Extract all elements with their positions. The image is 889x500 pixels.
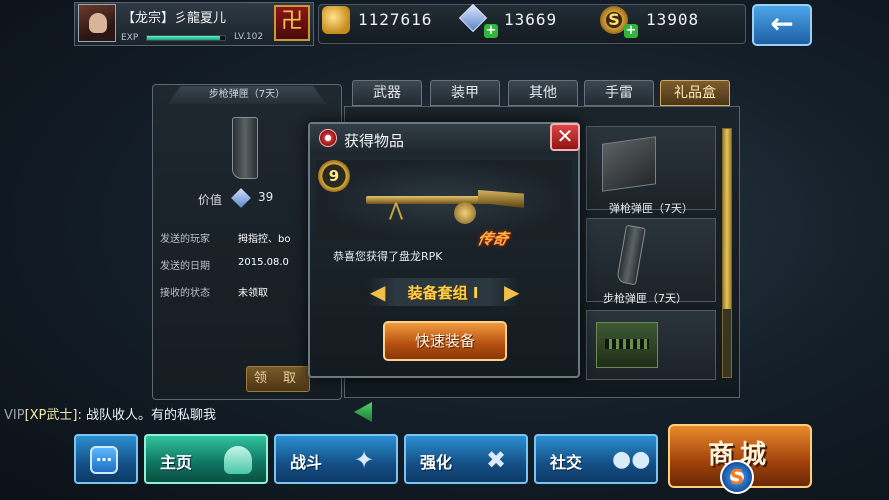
next-set-arrow-icon[interactable]: ▶ xyxy=(504,280,519,304)
quick-equip-button[interactable]: 快速装备 xyxy=(383,321,507,361)
rank-badge: 9 xyxy=(318,160,350,192)
gift-item-label: 弹枪弹匣（7天） xyxy=(609,202,693,215)
chat-message: 战队收人。有的私聊我 xyxy=(81,408,216,423)
add-diamonds-button[interactable]: + xyxy=(484,24,498,38)
detail-value: 未领取 xyxy=(238,288,268,299)
upgrade-button[interactable]: 强化 ✖ xyxy=(404,434,528,484)
detail-key: 发送的日期 xyxy=(160,261,210,272)
obtained-message: 恭喜您获得了盘龙RPK xyxy=(333,250,443,263)
chat-sender: [XP武士]: xyxy=(24,408,82,423)
wrench-icon: ✖ xyxy=(485,446,507,474)
back-arrow-icon: ← xyxy=(770,7,794,40)
exp-bar xyxy=(146,35,226,41)
top-bar: 【龙宗】彡龍夏儿 EXP LV.102 卍 1127616 + 13669 S … xyxy=(0,0,889,52)
target-icon xyxy=(319,129,337,147)
detail-value: 拇指控、bo xyxy=(238,234,291,245)
tab-other[interactable]: 其他 xyxy=(508,80,578,106)
player-avatar[interactable] xyxy=(78,4,116,42)
chat-button[interactable] xyxy=(74,434,138,484)
diamond-amount: 13669 xyxy=(504,10,558,29)
close-button[interactable]: ✕ xyxy=(550,123,580,151)
gold-bars-icon xyxy=(322,6,350,34)
chat-bubble-icon xyxy=(90,446,118,474)
clan-emblem-icon[interactable]: 卍 xyxy=(274,5,310,41)
player-name: 【龙宗】彡龍夏儿 xyxy=(122,11,227,26)
site-watermark: S xyxy=(720,460,886,496)
chat-expand-arrow-icon[interactable] xyxy=(354,402,372,422)
tab-armor[interactable]: 装甲 xyxy=(430,80,500,106)
coin-amount: 13908 xyxy=(646,10,700,29)
prev-set-arrow-icon[interactable]: ◀ xyxy=(370,280,385,304)
ammo-case-icon xyxy=(596,322,658,368)
detail-key: 接收的状态 xyxy=(160,288,210,299)
item-detail-title: 步枪弹匣（7天） xyxy=(168,86,326,104)
detail-row-date: 发送的日期 2015.08.0 xyxy=(160,257,289,272)
rifle-magazine-icon xyxy=(232,117,258,179)
people-icon: ●● xyxy=(612,447,651,472)
detail-value: 2015.08.0 xyxy=(238,257,289,268)
home-label: 主页 xyxy=(160,453,193,472)
claim-button[interactable]: 领 取 xyxy=(246,366,310,392)
helmet-icon xyxy=(224,446,252,474)
machine-gun-icon xyxy=(366,186,526,226)
back-button[interactable]: ← xyxy=(752,4,812,46)
detail-row-status: 接收的状态 未领取 xyxy=(160,284,268,299)
wings-icon: ✦ xyxy=(353,446,375,474)
player-level: LV.102 xyxy=(234,32,264,42)
gold-amount: 1127616 xyxy=(358,10,433,29)
gift-item-label: 步枪弹匣（7天） xyxy=(603,292,687,305)
ammo-box-icon xyxy=(602,136,656,192)
watermark-logo-icon: S xyxy=(720,460,754,494)
chat-line[interactable]: VIP[XP武士]: 战队收人。有的私聊我 xyxy=(4,404,216,423)
battle-button[interactable]: 战斗 ✦ xyxy=(274,434,398,484)
exp-label: EXP xyxy=(121,33,139,43)
scrollbar-thumb[interactable] xyxy=(723,129,731,309)
add-coins-button[interactable]: + xyxy=(624,24,638,38)
equipment-set-label: 装备套组 I xyxy=(407,284,479,302)
upgrade-label: 强化 xyxy=(420,453,453,472)
detail-row-sender: 发送的玩家 拇指控、bo xyxy=(160,230,290,245)
dialog-title: 获得物品 xyxy=(344,132,405,150)
value-label: 价值 xyxy=(198,193,223,207)
item-value: 39 xyxy=(258,190,274,204)
exp-bar-fill xyxy=(147,36,220,40)
chat-vip: VIP xyxy=(4,408,25,423)
home-button[interactable]: 主页 xyxy=(144,434,268,484)
battle-label: 战斗 xyxy=(290,453,323,472)
tab-weapons[interactable]: 武器 xyxy=(352,80,422,106)
close-icon: ✕ xyxy=(556,124,574,148)
tab-grenades[interactable]: 手雷 xyxy=(584,80,654,106)
grid-scrollbar[interactable] xyxy=(722,128,732,378)
detail-key: 发送的玩家 xyxy=(160,234,210,245)
tab-gift-box[interactable]: 礼品盒 xyxy=(660,80,730,106)
social-label: 社交 xyxy=(550,453,583,472)
legendary-tag: 传奇 xyxy=(475,230,510,248)
social-button[interactable]: 社交 ●● xyxy=(534,434,658,484)
